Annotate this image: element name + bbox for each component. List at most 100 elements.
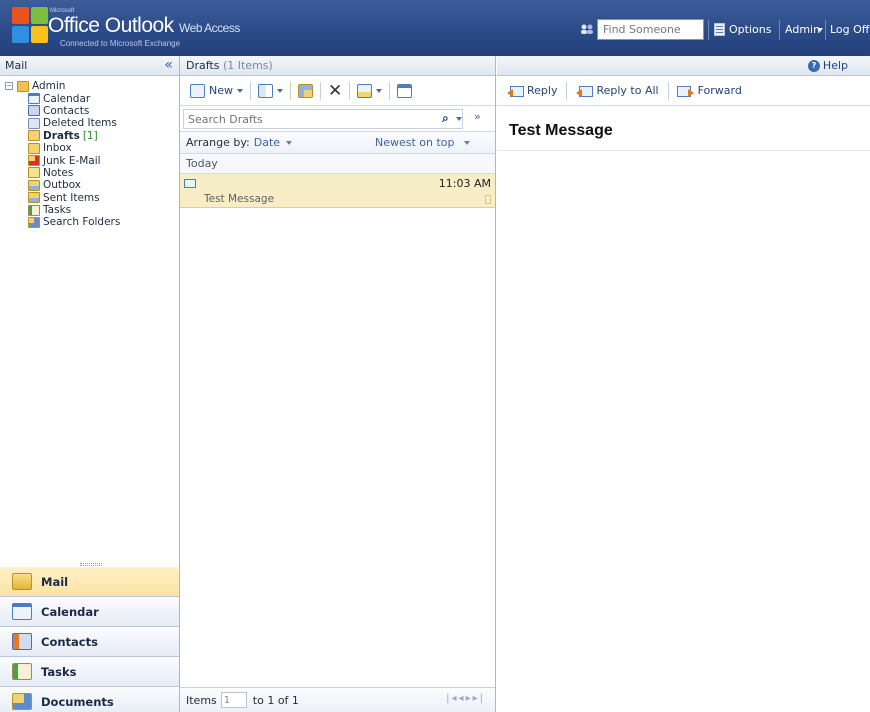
delete-icon: ✕ — [328, 80, 343, 101]
header-separator — [825, 20, 826, 40]
toolbar-separator — [389, 81, 391, 100]
contacts-icon — [12, 633, 32, 650]
list-footer: Items to 1 of 1 |◂◂▸▸| — [180, 687, 495, 712]
check-messages-icon — [357, 83, 373, 98]
folder-search-folders[interactable]: Search Folders — [0, 216, 179, 228]
header-separator — [708, 20, 709, 40]
chevron-down-icon[interactable] — [237, 88, 243, 93]
forward-label: Forward — [697, 84, 742, 97]
help-icon: ? — [807, 59, 820, 72]
item-count: (1 Items) — [222, 59, 273, 72]
module-label: Calendar — [41, 604, 99, 619]
message-subject-heading: Test Message — [509, 122, 613, 139]
collapse-pane-button[interactable]: « — [164, 57, 173, 73]
brand-subtitle: Connected to Microsoft Exchange — [60, 39, 181, 48]
folder-inbox[interactable]: Inbox — [0, 142, 179, 154]
move-to-folder-icon — [298, 83, 313, 98]
chevron-down-icon[interactable] — [376, 88, 383, 93]
folder-tasks[interactable]: Tasks — [0, 204, 179, 216]
options-icon — [714, 23, 725, 36]
module-calendar[interactable]: Calendar — [0, 597, 179, 627]
folder-tree: − Admin Calendar Contacts Deleted Items … — [0, 76, 179, 229]
module-tasks[interactable]: Tasks — [0, 657, 179, 687]
check-messages-button[interactable] — [353, 80, 386, 102]
folder-label: Notes — [43, 166, 74, 179]
folder-label: Contacts — [43, 104, 90, 117]
find-someone-icon — [581, 24, 593, 34]
module-label: Mail — [41, 574, 69, 589]
help-label: Help — [822, 59, 848, 72]
reply-button[interactable]: Reply — [501, 80, 563, 102]
next-page-icon[interactable]: ▸ — [466, 693, 473, 704]
message-subject: Test Message — [204, 193, 275, 205]
new-button[interactable]: New — [186, 80, 247, 102]
search-options-chevron-down-icon[interactable] — [456, 117, 462, 121]
find-someone-input[interactable] — [597, 19, 704, 40]
reading-pane-button[interactable] — [254, 80, 287, 102]
folder-deleted-items[interactable]: Deleted Items — [0, 117, 179, 129]
user-menu[interactable]: Admin — [785, 23, 820, 36]
toolbar-separator — [566, 81, 568, 100]
folder-sent-items[interactable]: Sent Items — [0, 192, 179, 204]
collapse-toggle-icon[interactable]: − — [5, 82, 13, 91]
folder-junk-e-mail[interactable]: Junk E-Mail — [0, 154, 179, 167]
user-menu-chevron-down-icon[interactable] — [817, 28, 823, 32]
module-label: Contacts — [41, 634, 98, 649]
log-off-link[interactable]: Log Off — [830, 23, 869, 36]
folder-drafts[interactable]: Drafts [1] — [0, 130, 179, 142]
search-drafts-input[interactable] — [183, 109, 463, 129]
expand-search-icon[interactable]: » — [474, 110, 481, 123]
message-row[interactable]: 11:03 AM Test Message — [180, 174, 495, 208]
folder-label: Admin — [32, 80, 66, 93]
sent-items-icon — [28, 192, 40, 204]
mailbox-icon — [17, 80, 29, 92]
folder-outbox[interactable]: Outbox — [0, 179, 179, 191]
folder-contacts[interactable]: Contacts — [0, 105, 179, 117]
folder-label: Inbox — [43, 142, 72, 155]
navigation-title-bar: Mail « — [0, 56, 179, 76]
module-mail[interactable]: Mail — [0, 567, 179, 597]
calendar-icon — [12, 603, 32, 620]
move-button[interactable] — [294, 80, 317, 102]
folder-calendar[interactable]: Calendar — [0, 92, 179, 105]
first-page-icon[interactable]: |◂ — [446, 693, 458, 704]
envelope-icon — [184, 179, 196, 188]
search-folders-icon — [28, 216, 40, 228]
last-page-icon[interactable]: ▸| — [473, 693, 485, 704]
arrange-by-value: Date — [253, 136, 281, 149]
pager-buttons[interactable]: |◂◂▸▸| — [446, 693, 485, 704]
sort-order-value: Newest on top — [375, 136, 455, 149]
splitter-grip-icon[interactable] — [80, 563, 102, 566]
forward-button[interactable]: Forward — [672, 80, 748, 102]
arrange-by-menu[interactable]: Date — [253, 136, 293, 149]
folder-root-admin[interactable]: − Admin — [0, 80, 179, 92]
group-header: Today — [180, 154, 495, 174]
help-link[interactable]: ? Help — [807, 59, 848, 72]
message-list-pane: Drafts (1 Items) New ✕ Search Drafts ⌕ »… — [180, 56, 496, 712]
header-separator — [779, 20, 780, 40]
options-link[interactable]: Options — [729, 23, 771, 36]
folder-notes[interactable]: Notes — [0, 167, 179, 179]
module-contacts[interactable]: Contacts — [0, 627, 179, 657]
sort-order-menu[interactable]: Newest on top — [375, 136, 470, 149]
toolbar-separator — [250, 81, 251, 100]
module-documents[interactable]: Documents — [0, 687, 179, 712]
contacts-icon — [28, 105, 40, 117]
search-icon[interactable]: ⌕ — [442, 111, 449, 126]
reading-pane-icon — [258, 83, 273, 98]
brand-title-text: Office Outlook — [48, 14, 174, 37]
toolbar-separator — [320, 81, 321, 100]
flag-icon[interactable] — [485, 195, 491, 204]
folder-title: Drafts — [186, 59, 220, 72]
page-number-input[interactable] — [220, 692, 247, 708]
chevron-down-icon[interactable] — [277, 88, 283, 93]
list-toolbar: New ✕ — [180, 76, 495, 106]
previous-page-icon[interactable]: ◂ — [459, 693, 466, 704]
brand-title: Office Outlook Web Access — [48, 14, 240, 38]
app-header: Microsoft Office Outlook Web Access Conn… — [0, 0, 870, 56]
reply-label: Reply — [527, 84, 558, 97]
reply-all-button[interactable]: Reply to All — [570, 80, 664, 102]
folder-label: Search Folders — [43, 216, 121, 229]
delete-button[interactable]: ✕ — [324, 80, 346, 102]
address-book-button[interactable] — [393, 80, 416, 102]
